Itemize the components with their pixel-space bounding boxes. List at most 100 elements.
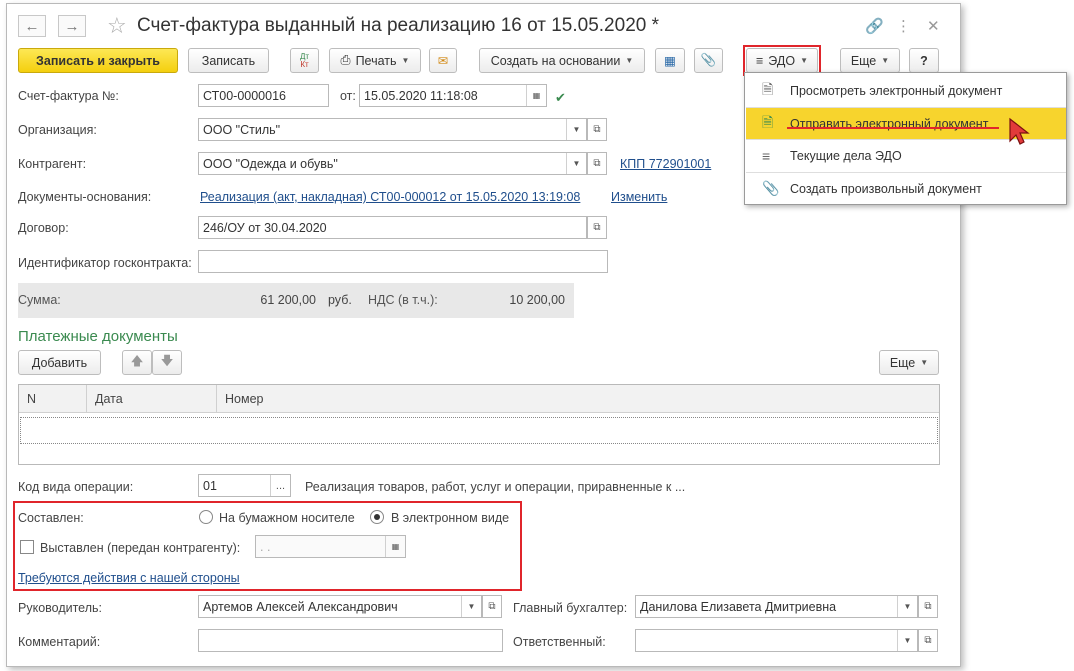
contract-field[interactable]: 246/ОУ от 30.04.2020 xyxy=(198,216,587,239)
chevron-down-icon[interactable]: ▼ xyxy=(566,153,586,174)
dt-kt-button[interactable]: Дт Кт xyxy=(290,48,319,73)
email-button[interactable]: ✉ xyxy=(429,48,457,73)
responsible-field[interactable]: ▼ xyxy=(635,629,918,652)
add-payment-button[interactable]: Добавить xyxy=(18,350,101,375)
calendar-icon[interactable]: ▦ xyxy=(385,536,405,557)
payments-section-title: Платежные документы xyxy=(18,328,178,345)
change-link[interactable]: Изменить xyxy=(611,190,667,204)
date-from-label: от: xyxy=(340,89,356,103)
mouse-cursor-icon xyxy=(1009,117,1030,145)
calendar-icon[interactable]: ▦ xyxy=(526,85,546,106)
send-item-underline xyxy=(787,127,999,129)
electronic-radio[interactable] xyxy=(370,510,384,524)
link-icon[interactable]: 🔗 xyxy=(865,17,884,35)
close-icon[interactable]: ✕ xyxy=(927,17,940,35)
chevron-down-icon[interactable]: ▼ xyxy=(897,630,917,651)
envelope-icon: ✉ xyxy=(437,54,449,68)
open-contractor-icon[interactable]: ⧉ xyxy=(587,152,607,175)
open-responsible-icon[interactable]: ⧉ xyxy=(918,629,938,652)
issued-checkbox[interactable] xyxy=(20,540,34,554)
document-icon: 🗎 xyxy=(762,81,774,97)
select-ellipsis-icon[interactable]: ... xyxy=(270,475,290,496)
issued-date-field[interactable]: . . ▦ xyxy=(255,535,406,558)
chevron-down-icon: ▼ xyxy=(401,56,410,65)
comment-label: Комментарий: xyxy=(18,635,101,649)
operation-code-label: Код вида операции: xyxy=(18,480,134,494)
hierarchy-icon: ▦ xyxy=(664,54,676,68)
comment-field[interactable] xyxy=(198,629,503,652)
status-ok-icon: ✔ xyxy=(555,90,566,105)
paper-radio[interactable] xyxy=(199,510,213,524)
menu-item-view-edoc[interactable]: 🗎 Просмотреть электронный документ xyxy=(746,75,1066,107)
column-header-number[interactable]: Номер xyxy=(217,385,939,413)
paperclip-icon: 📎 xyxy=(762,180,780,196)
head-field[interactable]: Артемов Алексей Александрович ▼ xyxy=(198,595,482,618)
back-button[interactable]: ← xyxy=(18,15,46,37)
compiled-label: Составлен: xyxy=(18,511,84,525)
organization-field[interactable]: ООО "Стиль" ▼ xyxy=(198,118,587,141)
invoice-date-field[interactable]: 15.05.2020 11:18:08 ▦ xyxy=(359,84,547,107)
payments-more-button[interactable]: Еще ▼ xyxy=(879,350,939,375)
chevron-down-icon: ▼ xyxy=(625,56,634,65)
arrow-up-icon: 🡅 xyxy=(130,354,144,368)
paperclip-icon: 📎 xyxy=(700,53,717,67)
base-documents-label: Документы-основания: xyxy=(18,190,152,204)
chevron-down-icon[interactable]: ▼ xyxy=(566,119,586,140)
move-down-button[interactable]: 🡇 xyxy=(152,350,182,375)
payments-table[interactable]: N Дата Номер xyxy=(18,384,940,465)
chevron-down-icon: ▼ xyxy=(920,358,929,367)
sum-value: 61 200,00 xyxy=(260,293,316,307)
arrow-down-icon: 🡇 xyxy=(160,354,174,368)
invoice-number-field[interactable]: СТ00-0000016 xyxy=(198,84,329,107)
save-close-button[interactable]: Записать и закрыть xyxy=(18,48,178,73)
more-button[interactable]: Еще ▼ xyxy=(840,48,900,73)
help-button[interactable]: ? xyxy=(909,48,939,73)
open-organization-icon[interactable]: ⧉ xyxy=(587,118,607,141)
open-head-icon[interactable]: ⧉ xyxy=(482,595,502,618)
create-based-button[interactable]: Создать на основании ▼ xyxy=(479,48,645,73)
save-button[interactable]: Записать xyxy=(188,48,269,73)
edo-tasks-icon: ≡ xyxy=(762,147,771,164)
accountant-field[interactable]: Данилова Елизавета Дмитриевна ▼ xyxy=(635,595,918,618)
favorite-star-icon[interactable]: ☆ xyxy=(107,13,127,39)
paper-option-label[interactable]: На бумажном носителе xyxy=(219,511,355,525)
organization-label: Организация: xyxy=(18,123,97,137)
structure-button[interactable]: ▦ xyxy=(655,48,685,73)
chevron-down-icon: ▼ xyxy=(881,56,890,65)
column-header-n[interactable]: N xyxy=(19,385,87,413)
invoice-number-label: Счет-фактура №: xyxy=(18,89,119,103)
printer-icon: ⎙ xyxy=(340,53,351,67)
contract-label: Договор: xyxy=(18,221,69,235)
forward-button[interactable]: → xyxy=(58,15,86,37)
operation-code-field[interactable]: 01 ... xyxy=(198,474,291,497)
vat-value: 10 200,00 xyxy=(509,293,565,307)
table-row[interactable] xyxy=(20,417,938,444)
attach-button[interactable]: 📎 xyxy=(694,48,723,73)
chevron-down-icon[interactable]: ▼ xyxy=(461,596,481,617)
actions-required-link[interactable]: Требуются действия с нашей стороны xyxy=(18,571,240,585)
open-contract-icon[interactable]: ⧉ xyxy=(587,216,607,239)
responsible-label: Ответственный: xyxy=(513,635,606,649)
more-vertical-icon[interactable]: ⋮ xyxy=(896,17,911,35)
print-button[interactable]: ⎙ Печать ▼ xyxy=(329,48,421,73)
arrow-right-icon: → xyxy=(64,17,80,35)
send-document-icon: 🗎 xyxy=(762,113,774,130)
sum-label: Сумма: xyxy=(18,293,61,307)
open-accountant-icon[interactable]: ⧉ xyxy=(918,595,938,618)
vat-label: НДС (в т.ч.): xyxy=(368,293,438,307)
head-label: Руководитель: xyxy=(18,601,103,615)
arrow-left-icon: ← xyxy=(24,17,40,35)
base-document-link[interactable]: Реализация (акт, накладная) СТ00-000012 … xyxy=(200,190,580,204)
gov-contract-field[interactable] xyxy=(198,250,608,273)
operation-code-description: Реализация товаров, работ, услуг и опера… xyxy=(305,480,686,494)
issued-label[interactable]: Выставлен (передан контрагенту): xyxy=(40,541,240,555)
menu-item-create-custom-doc[interactable]: 📎 Создать произвольный документ xyxy=(746,172,1066,204)
gov-contract-label: Идентификатор госконтракта: xyxy=(18,256,192,270)
contractor-field[interactable]: ООО "Одежда и обувь" ▼ xyxy=(198,152,587,175)
electronic-option-label[interactable]: В электронном виде xyxy=(391,511,509,525)
chevron-down-icon[interactable]: ▼ xyxy=(897,596,917,617)
move-up-button[interactable]: 🡅 xyxy=(122,350,152,375)
kpp-link[interactable]: КПП 772901001 xyxy=(620,157,711,171)
column-header-date[interactable]: Дата xyxy=(87,385,217,413)
window-title: Счет-фактура выданный на реализацию 16 о… xyxy=(137,15,659,36)
